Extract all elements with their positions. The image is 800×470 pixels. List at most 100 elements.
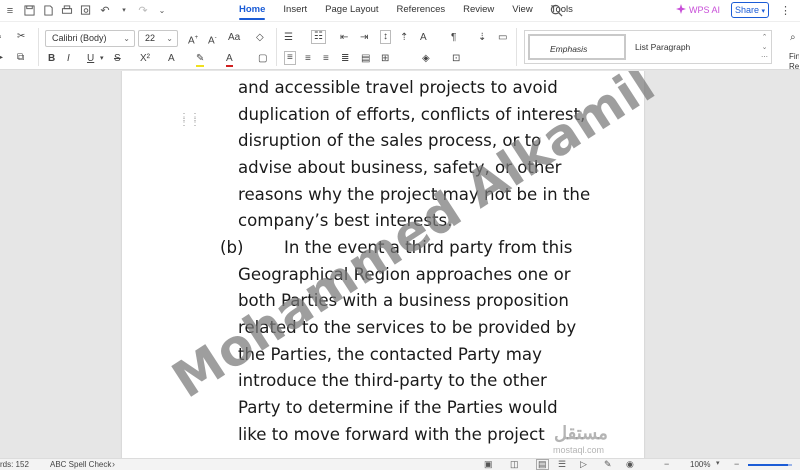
protect-icon[interactable]: ▣ [484, 459, 493, 470]
underline-icon[interactable]: U [87, 53, 94, 65]
mostaql-logo: مستقل [554, 423, 608, 443]
more-options-icon[interactable]: ⋮ [780, 4, 791, 17]
border-icon[interactable]: ▢ [258, 53, 267, 65]
increase-indent-icon[interactable]: ⇥ [360, 32, 368, 44]
spell-check-dropdown-icon[interactable]: › [112, 459, 115, 469]
distributed-icon[interactable]: ▤ [361, 53, 370, 65]
style-list-paragraph[interactable]: List Paragraph [615, 34, 725, 60]
web-view-icon[interactable]: ▷ [580, 459, 587, 470]
print-preview-icon[interactable] [80, 4, 92, 17]
font-name-select[interactable]: Calibri (Body) ⌄ [45, 30, 135, 47]
chevron-up-icon[interactable]: ⌃ [761, 33, 768, 43]
font-size-select[interactable]: 22 ⌄ [138, 30, 178, 47]
cut-icon[interactable]: ✂ [17, 31, 25, 43]
text-direction-icon[interactable]: ⇡ [400, 32, 408, 44]
expand-styles-icon[interactable]: ⋯ [761, 53, 768, 63]
quick-access-toolbar: ≡ ↶ ▾ ↷ ⌄ [0, 5, 168, 17]
find-replace-icon[interactable]: ⌕ [790, 32, 796, 44]
reading-mode-icon[interactable]: ✎ [604, 459, 612, 470]
font-color-icon[interactable]: A [226, 53, 233, 67]
paste-options-icon[interactable]: ▫ [0, 32, 2, 44]
style-emphasis[interactable]: Emphasis [528, 34, 626, 60]
tab-view[interactable]: View [503, 0, 541, 22]
align-center-icon[interactable]: ≡ [305, 53, 311, 65]
italic-icon[interactable]: I [67, 53, 70, 65]
redo-icon[interactable]: ↷ [137, 5, 149, 17]
align-right-icon[interactable]: ≡ [323, 53, 329, 65]
sort-icon[interactable]: ⇣ [478, 32, 486, 44]
zoom-level[interactable]: 100% [690, 460, 710, 469]
export-icon[interactable] [42, 4, 54, 17]
undo-icon[interactable]: ↶ [99, 5, 111, 17]
table-icon[interactable]: ▭ [498, 32, 507, 44]
status-bar: rds: 152 ABC Spell Check › ▣ ◫ ▤ ☰ ▷ ✎ ◉… [0, 458, 800, 470]
text-line: introduce the third-party to the other [238, 371, 547, 391]
print-icon[interactable] [61, 4, 73, 17]
customize-quick-access-icon[interactable]: ⌄ [156, 5, 168, 17]
decrease-indent-icon[interactable]: ⇤ [340, 32, 348, 44]
chinese-layout-icon[interactable]: A [420, 32, 427, 44]
decrease-font-size-icon[interactable]: A- [208, 32, 217, 47]
line-spacing-icon[interactable]: ↕ [380, 30, 391, 44]
paragraph-b[interactable]: In the event a third party from this Geo… [238, 235, 618, 449]
document-canvas[interactable]: ⋮⋮ ⋮⋮ and accessible travel projects to a… [0, 71, 800, 458]
zoom-dropdown-icon[interactable]: ▾ [716, 459, 720, 467]
show-marks-icon[interactable]: ¶ [451, 32, 456, 44]
shading-icon[interactable]: ◈ [422, 53, 430, 65]
undo-dropdown-icon[interactable]: ▾ [118, 5, 130, 17]
text-line: duplication of efforts, conflicts of int… [238, 104, 586, 124]
underline-dropdown-icon[interactable]: ▾ [100, 53, 104, 65]
page-view-icon[interactable]: ▤ [536, 459, 549, 470]
borders-icon[interactable]: ⊡ [452, 53, 460, 65]
ribbon-separator [38, 28, 39, 66]
outline-view-icon[interactable]: ☰ [558, 459, 566, 470]
spell-check-status[interactable]: ABC Spell Check [50, 460, 111, 469]
share-dropdown-icon: ▾ [761, 8, 766, 15]
bold-icon[interactable]: B [48, 53, 55, 65]
menu-icon[interactable]: ≡ [4, 5, 16, 17]
text-effects-icon[interactable]: A [168, 53, 175, 65]
paragraph-drag-handle-icon[interactable]: ⋮⋮ ⋮⋮ [179, 113, 201, 128]
justify-icon[interactable]: ≣ [341, 53, 349, 65]
ribbon-tabs: Home Insert Page Layout References Revie… [230, 0, 582, 22]
search-icon[interactable] [550, 4, 564, 18]
superscript-icon[interactable]: X² [140, 53, 150, 65]
chevron-down-icon[interactable]: ⌄ [761, 43, 768, 53]
copy-icon[interactable]: ⧉ [17, 52, 24, 64]
align-left-icon[interactable]: ≡ [284, 51, 296, 65]
columns-icon[interactable]: ⊞ [381, 53, 389, 65]
font-size-value: 22 [145, 33, 156, 43]
word-count[interactable]: rds: 152 [0, 460, 29, 469]
share-label: Share [734, 5, 759, 15]
menu-bar: ≡ ↶ ▾ ↷ ⌄ Home Insert Page Layout Refere… [0, 0, 800, 22]
tab-references[interactable]: References [388, 0, 455, 22]
eye-protection-icon[interactable]: ◉ [626, 459, 634, 470]
clear-formatting-icon[interactable]: ◇ [256, 32, 264, 44]
tab-review[interactable]: Review [454, 0, 503, 22]
format-painter-icon[interactable]: ▸ [0, 52, 3, 64]
strikethrough-icon[interactable]: S [114, 53, 121, 65]
paragraph-a-continued[interactable]: and accessible travel projects to avoid … [238, 75, 618, 235]
highlight-icon[interactable]: ✎ [196, 53, 205, 67]
ribbon-separator [276, 28, 277, 66]
bullets-icon[interactable]: ☰ [284, 32, 293, 44]
share-button[interactable]: Share ▾ [731, 2, 769, 18]
find-replace-label[interactable]: Fin Rep [789, 52, 799, 72]
styles-scroll[interactable]: ⌃ ⌄ ⋯ [761, 33, 768, 63]
increase-font-size-icon[interactable]: A+ [188, 32, 198, 47]
tab-insert[interactable]: Insert [274, 0, 316, 22]
font-name-value: Calibri (Body) [52, 33, 107, 43]
numbering-icon[interactable]: ☷ [311, 30, 326, 44]
save-icon[interactable] [23, 4, 35, 17]
change-case-icon[interactable]: Aa [228, 32, 240, 44]
tab-page-layout[interactable]: Page Layout [316, 0, 387, 22]
text-line: Party to determine if the Parties would [238, 398, 558, 418]
text-line: the Parties, the contacted Party may [238, 344, 542, 364]
text-line: disruption of the sales process, or to [238, 131, 542, 151]
focus-mode-icon[interactable]: ◫ [510, 459, 519, 470]
wps-ai-button[interactable]: WPS AI [676, 4, 720, 16]
zoom-minus-icon[interactable]: − [734, 459, 739, 469]
document-page[interactable]: ⋮⋮ ⋮⋮ and accessible travel projects to a… [122, 71, 644, 458]
zoom-out-icon[interactable]: − [664, 459, 669, 469]
tab-home[interactable]: Home [230, 0, 274, 22]
